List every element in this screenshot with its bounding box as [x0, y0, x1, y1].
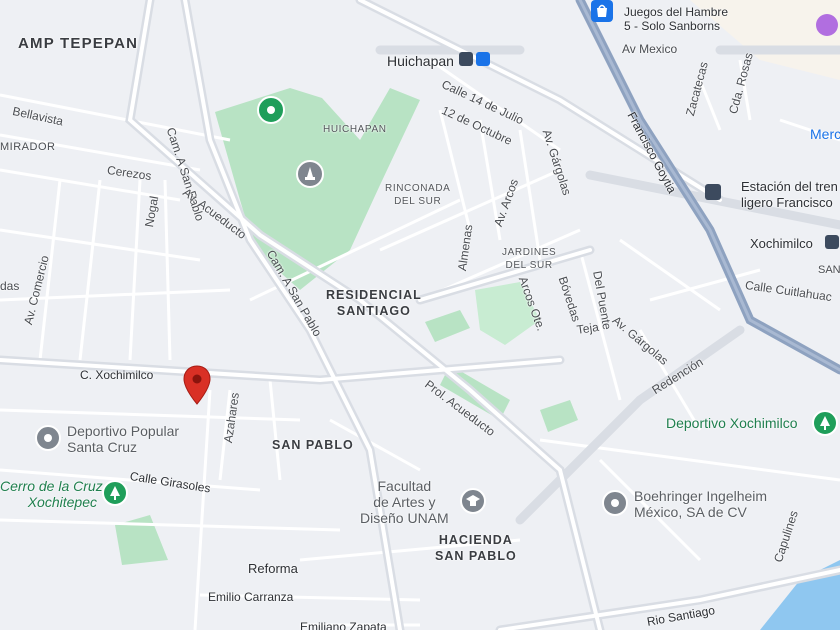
- street-reforma: Reforma: [248, 561, 298, 576]
- park-tree-icon[interactable]: [812, 410, 838, 436]
- poi-deportivo-xochimilco[interactable]: Deportivo Xochimilco: [666, 416, 798, 430]
- street-emiliano-zapata: Emiliano Zapata: [300, 620, 387, 630]
- street-av-mexico: Av Mexico: [622, 42, 678, 56]
- area-hacienda-san-pablo: HACIENDA SAN PABLO: [435, 533, 517, 563]
- park-patch-1: [425, 310, 470, 342]
- street-san-right: SAN: [818, 264, 840, 276]
- tram-icon: [476, 52, 490, 66]
- street-das: das: [0, 279, 20, 293]
- area-huichapan: HUICHAPAN: [323, 124, 387, 135]
- label-merc: Merc: [810, 126, 840, 142]
- street-mirador: MIRADOR: [0, 141, 56, 153]
- monument-icon[interactable]: [296, 160, 324, 188]
- location-pin-icon[interactable]: [183, 365, 211, 405]
- train-icon: [825, 235, 839, 249]
- area-rinconada-del-sur: RINCONADA DEL SUR: [385, 183, 451, 207]
- street-emilio-carranza: Emilio Carranza: [208, 590, 294, 604]
- poi-estacion-tren[interactable]: Estación del tren ligero Francisco: [741, 179, 838, 210]
- street-c-xochimilco: C. Xochimilco: [80, 368, 154, 382]
- school-icon[interactable]: [460, 488, 486, 514]
- poi-boehringer[interactable]: Boehringer Ingelheim México, SA de CV: [634, 488, 767, 520]
- poi-deportivo-popular[interactable]: Deportivo Popular Santa Cruz: [67, 423, 179, 455]
- cinema-icon[interactable]: [816, 14, 838, 36]
- poi-huichapan-station[interactable]: Huichapan: [387, 54, 454, 68]
- area-residencial-santiago: RESIDENCIAL SANTIAGO: [326, 288, 422, 318]
- poi-facultad-artes[interactable]: Facultad de Artes y Diseño UNAM: [360, 478, 449, 526]
- stadium-icon[interactable]: [35, 425, 61, 451]
- park-pin-icon[interactable]: [257, 96, 285, 124]
- map-canvas[interactable]: AMP TEPEPAN HUICHAPAN RINCONADA DEL SUR …: [0, 0, 840, 630]
- shopping-icon[interactable]: [591, 0, 613, 22]
- poi-juegos-del-hambre[interactable]: Juegos del Hambre 5 - Solo Sanborns: [624, 5, 728, 34]
- area-jardines-del-sur: JARDINES DEL SUR: [502, 247, 557, 271]
- park-patch-3: [540, 400, 578, 432]
- area-amp-tepepan: AMP TEPEPAN: [18, 35, 139, 52]
- street-teja: Teja: [575, 319, 600, 337]
- area-san-pablo: SAN PABLO: [272, 438, 354, 452]
- poi-cerro-de-la-cruz[interactable]: Cerro de la Cruz Xochitepec: [0, 478, 103, 510]
- train-icon: [459, 52, 473, 66]
- park-tree-icon[interactable]: [102, 480, 128, 506]
- poi-xochimilco-station[interactable]: Xochimilco: [750, 237, 813, 250]
- train-icon: [705, 184, 721, 200]
- business-icon[interactable]: [602, 490, 628, 516]
